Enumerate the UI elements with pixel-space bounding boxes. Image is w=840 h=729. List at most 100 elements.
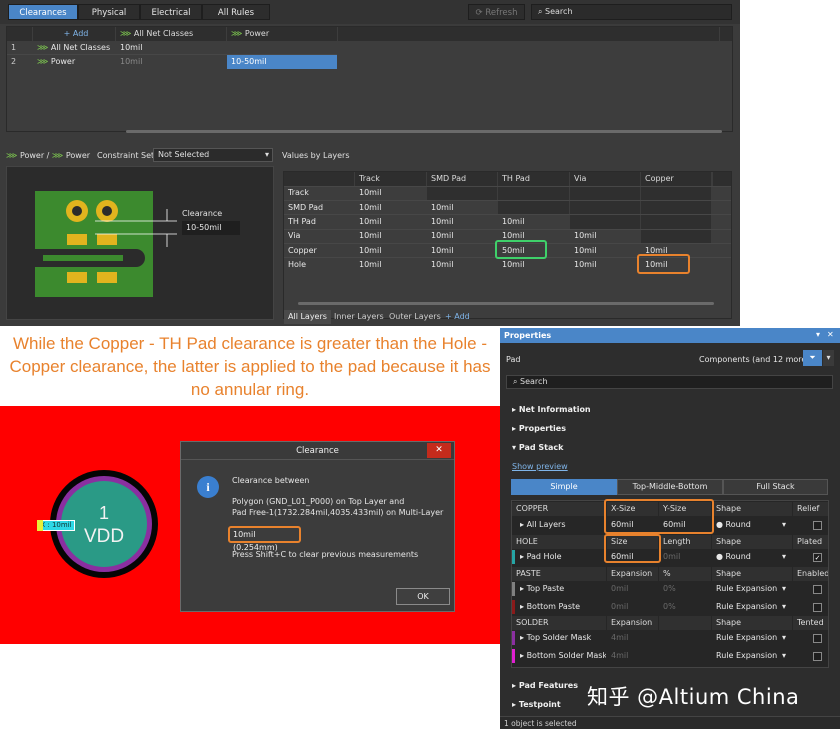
show-preview-link[interactable]: Show preview	[512, 462, 568, 471]
class-icon: ⋙	[37, 57, 51, 66]
tab-all-rules[interactable]: All Rules	[202, 4, 270, 20]
col-header-power[interactable]: ⋙ Power	[227, 27, 337, 41]
shape-select[interactable]: Rule Expansion ▾	[712, 600, 792, 614]
refresh-button[interactable]: ⟳ Refresh	[468, 4, 525, 20]
layers-cell[interactable]: 10mil	[355, 215, 426, 229]
layers-cell[interactable]	[641, 186, 711, 201]
layers-cell[interactable]: 10mil	[427, 215, 497, 229]
grid-cell[interactable]	[227, 41, 337, 55]
tab-full-stack[interactable]: Full Stack	[723, 479, 828, 495]
chevron-down-icon[interactable]: ▾	[823, 350, 834, 366]
section-properties[interactable]: ▸ Properties	[512, 424, 566, 433]
tab-simple[interactable]: Simple	[511, 479, 617, 495]
section-pad-stack[interactable]: ▾ Pad Stack	[512, 443, 563, 452]
shape-select[interactable]: Rule Expansion ▾	[712, 582, 792, 596]
search-box[interactable]: ⌕ Search	[531, 4, 732, 20]
tab-clearances[interactable]: Clearances	[8, 4, 78, 20]
layers-cell[interactable]: 10mil	[427, 201, 497, 215]
layers-col-header: TH Pad	[498, 172, 569, 186]
column-header: Expansion	[607, 567, 658, 581]
row-header-all-net-classes[interactable]: ⋙ All Net Classes	[33, 41, 115, 55]
dialog-line2: Polygon (GND_L01_P000) on Top Layer and	[232, 497, 405, 506]
layers-cell[interactable]	[498, 186, 569, 201]
section-net-information[interactable]: ▸ Net Information	[512, 405, 591, 414]
layers-cell[interactable]: 10mil	[355, 258, 426, 272]
checkbox[interactable]	[813, 634, 822, 643]
checkbox[interactable]	[813, 585, 822, 594]
close-icon[interactable]: ✕	[827, 330, 834, 339]
layers-cell[interactable]: 10mil	[498, 215, 569, 229]
class-icon: ⋙	[37, 43, 51, 52]
section-pad-features[interactable]: ▸ Pad Features	[512, 681, 578, 690]
layers-cell[interactable]: 10mil	[570, 229, 640, 243]
layers-cell[interactable]: 10mil	[570, 258, 640, 272]
clearance-value-field[interactable]: 10-50mil	[182, 221, 240, 235]
layers-cell[interactable]	[641, 214, 711, 229]
layers-cell[interactable]	[570, 186, 640, 201]
layers-row-header: TH Pad	[288, 216, 316, 226]
constraint-set-select[interactable]: Not Selected ▾	[153, 148, 273, 162]
tab-physical[interactable]: Physical	[78, 4, 140, 20]
layers-cell[interactable]: 10mil	[427, 258, 497, 272]
horizontal-scrollbar[interactable]	[126, 130, 722, 133]
grid-cell[interactable]: 10mil	[116, 55, 226, 69]
tab-inner-layers[interactable]: Inner Layers	[331, 310, 387, 324]
row-divider	[284, 185, 731, 187]
layers-cell[interactable]	[427, 186, 497, 201]
layers-cell[interactable]: 10mil	[427, 229, 497, 243]
shape-select[interactable]: Rule Expansion ▾	[712, 631, 792, 645]
chevron-down-icon[interactable]: ▾	[816, 330, 820, 339]
column-header: Enabled	[793, 567, 828, 581]
layers-cell[interactable]	[498, 200, 569, 215]
ok-button[interactable]: OK	[396, 588, 450, 605]
layers-cell[interactable]: 10mil	[355, 186, 426, 200]
tab-top-middle-bottom[interactable]: Top-Middle-Bottom	[617, 479, 723, 495]
filter-icon[interactable]: ⏷	[803, 350, 822, 366]
layers-cell[interactable]	[641, 229, 711, 244]
grid-corner	[7, 27, 32, 41]
value-field[interactable]: 0mil	[607, 600, 658, 614]
close-icon[interactable]: ✕	[427, 443, 451, 458]
layers-cell[interactable]: 10mil	[498, 258, 569, 272]
section-label: PASTE	[512, 567, 606, 581]
value-field[interactable]: 4mil	[607, 631, 658, 645]
section-testpoint[interactable]: ▸ Testpoint	[512, 700, 561, 709]
layers-cell[interactable]	[570, 214, 640, 229]
add-class-button[interactable]: + Add	[33, 27, 115, 41]
layers-cell[interactable]	[641, 200, 711, 215]
checkbox[interactable]	[813, 521, 822, 530]
row-header-power[interactable]: ⋙ Power	[33, 55, 115, 69]
layers-scrollbar[interactable]	[298, 302, 714, 305]
layers-cell[interactable]: 10mil	[427, 244, 497, 258]
shape-select[interactable]: Rule Expansion ▾	[712, 649, 792, 663]
layers-cell[interactable]: 10mil	[355, 201, 426, 215]
value-field[interactable]: 4mil	[607, 649, 658, 663]
shape-select[interactable]: ● Round ▾	[712, 550, 792, 564]
tab-electrical[interactable]: Electrical	[140, 4, 202, 20]
layers-cell[interactable]: 10mil	[570, 244, 640, 258]
column-header: Shape	[712, 502, 792, 516]
value-field[interactable]: 0%	[659, 582, 711, 596]
value-field[interactable]	[659, 649, 711, 663]
tab-outer-layers[interactable]: Outer Layers	[386, 310, 444, 324]
grid-cell-selected[interactable]: 10-50mil	[227, 55, 337, 69]
dialog-title: Clearance	[181, 442, 454, 460]
layer-row-name: ▸ Top Paste	[520, 584, 565, 593]
checkbox[interactable]: ✓	[813, 553, 822, 562]
checkbox[interactable]	[813, 603, 822, 612]
value-field[interactable]: 0mil	[659, 550, 711, 564]
value-field[interactable]: 0%	[659, 600, 711, 614]
layers-cell[interactable]	[570, 200, 640, 215]
layers-header-end	[713, 172, 731, 186]
col-header-all-net-classes[interactable]: ⋙ All Net Classes	[116, 27, 226, 41]
properties-search[interactable]: ⌕ Search	[506, 375, 833, 389]
shape-select[interactable]: ● Round ▾	[712, 518, 792, 532]
layers-cell[interactable]: 10mil	[355, 244, 426, 258]
tab-all-layers[interactable]: All Layers	[284, 310, 331, 324]
grid-cell[interactable]: 10mil	[116, 41, 226, 55]
value-field[interactable]	[659, 631, 711, 645]
value-field[interactable]: 0mil	[607, 582, 658, 596]
add-layer-tab[interactable]: + Add	[442, 310, 473, 324]
checkbox[interactable]	[813, 652, 822, 661]
layers-cell[interactable]: 10mil	[355, 229, 426, 243]
